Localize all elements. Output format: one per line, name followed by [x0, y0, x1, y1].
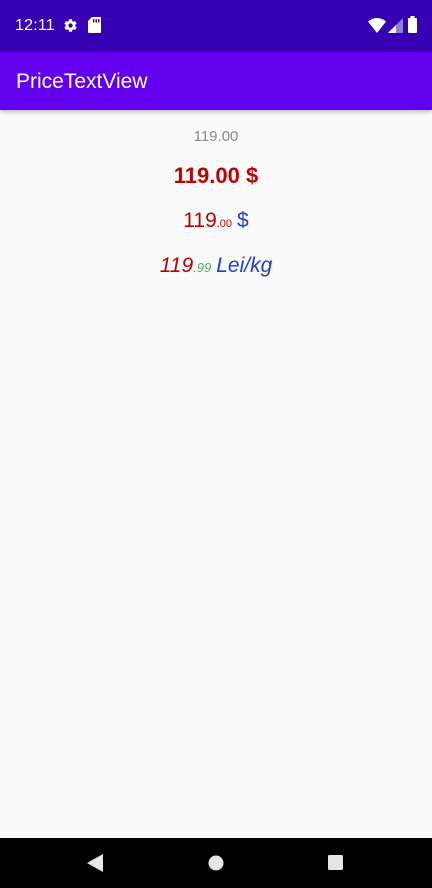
status-bar: 12:11: [0, 0, 432, 52]
price-decimal: .99: [193, 260, 212, 275]
back-icon[interactable]: [87, 854, 103, 872]
recents-icon[interactable]: [328, 855, 343, 870]
price-decimal: .00: [216, 218, 233, 230]
home-icon[interactable]: [208, 855, 224, 871]
price-integer: 119: [159, 254, 194, 277]
price-split-decimal: 119.00 $: [0, 209, 432, 233]
price-integer: 119: [183, 209, 217, 232]
battery-icon: [408, 16, 417, 33]
app-bar: PriceTextView: [0, 52, 432, 110]
status-time: 12:11: [15, 17, 55, 34]
navigation-bar: [0, 838, 432, 888]
gear-icon: [64, 19, 77, 32]
content-area: 119.00 119.00 $ 119.00 $ 119.99 Lei/kg: [0, 110, 432, 838]
app-title: PriceTextView: [16, 70, 148, 93]
wifi-icon: [368, 18, 386, 33]
price-currency: $: [237, 209, 249, 232]
price-italic-unit: 119.99 Lei/kg: [0, 254, 432, 278]
price-currency: Lei/kg: [216, 254, 273, 277]
sd-card-icon: [88, 17, 101, 33]
price-bold-currency: 119.00 $: [173, 163, 259, 188]
cell-signal-icon: [388, 18, 403, 33]
price-plain: 119.00: [193, 128, 239, 145]
